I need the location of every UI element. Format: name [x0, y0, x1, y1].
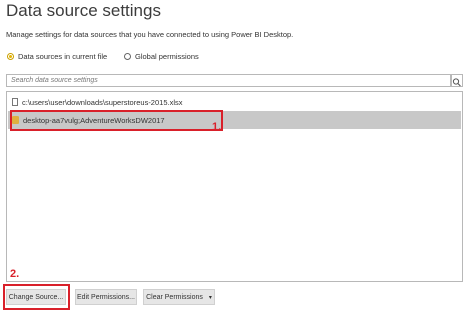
highlight-box-step1	[10, 110, 223, 131]
clear-permissions-button[interactable]: Clear Permissions ▾	[143, 289, 215, 305]
radio-global-permissions[interactable]: Global permissions	[124, 52, 199, 61]
edit-permissions-button[interactable]: Edit Permissions...	[75, 289, 137, 305]
radio-current-file-label: Data sources in current file	[18, 52, 108, 61]
search-input[interactable]: Search data source settings	[6, 74, 451, 87]
dialog-title: Data source settings	[6, 1, 161, 20]
dialog-description: Manage settings for data sources that yo…	[6, 30, 294, 39]
list-item[interactable]: c:\users\user\downloads\superstoreus-201…	[8, 93, 461, 111]
file-icon	[12, 98, 18, 106]
list-item-label: c:\users\user\downloads\superstoreus-201…	[22, 97, 183, 107]
callout-step2: 2.	[10, 268, 20, 280]
radio-unselected-icon[interactable]	[124, 53, 131, 60]
clear-permissions-label: Clear Permissions	[146, 293, 203, 301]
chevron-down-icon: ▾	[208, 294, 212, 301]
radio-global-label: Global permissions	[135, 52, 199, 61]
search-button[interactable]	[451, 74, 463, 87]
edit-permissions-label: Edit Permissions...	[77, 293, 135, 301]
change-source-button[interactable]: Change Source...	[6, 289, 66, 305]
search-placeholder: Search data source settings	[11, 77, 98, 84]
radio-selected-icon[interactable]	[7, 53, 14, 60]
callout-step1: 1.	[212, 121, 222, 133]
radio-current-file[interactable]: Data sources in current file	[7, 52, 107, 61]
change-source-label: Change Source...	[8, 293, 64, 301]
search-icon	[452, 78, 461, 87]
